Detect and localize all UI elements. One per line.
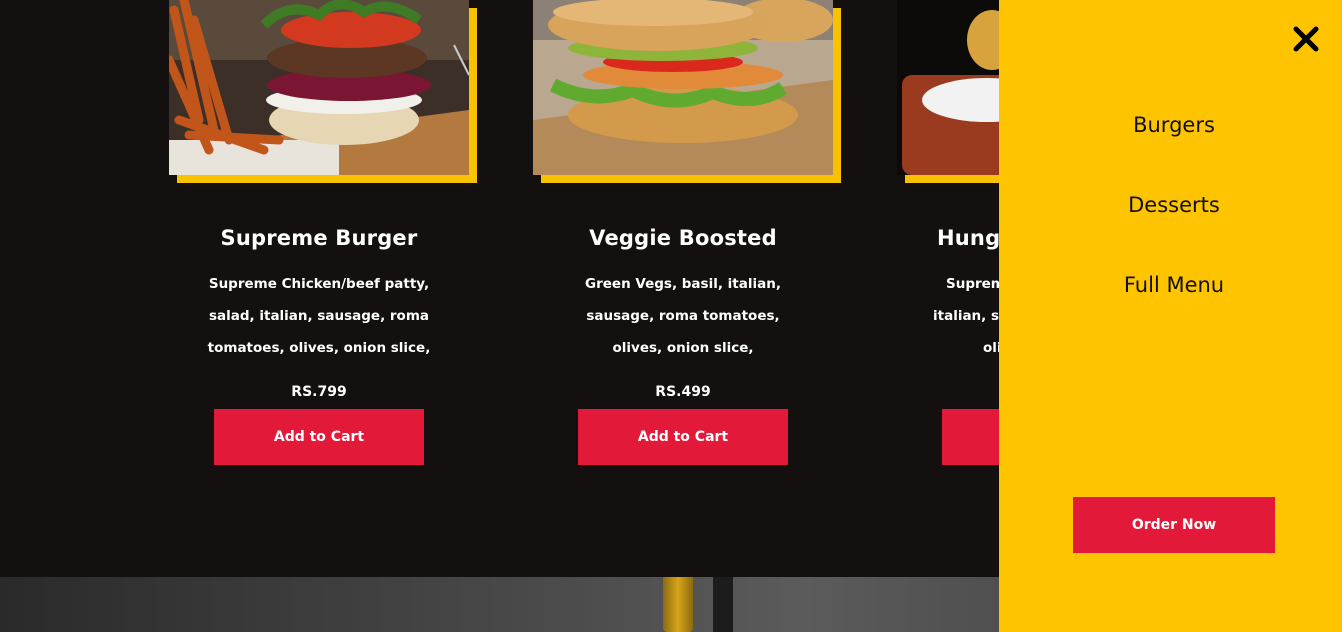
add-to-cart-button[interactable]: Add to Cart (214, 409, 424, 465)
menu-card: Supreme Burger Supreme Chicken/beef patt… (169, 0, 489, 480)
card-price: RS.499 (655, 384, 711, 400)
card-description: Green Vegs, basil, italian, sausage, rom… (585, 276, 781, 356)
card-price: RS.799 (291, 384, 347, 400)
nav-link-burgers[interactable]: Burgers (999, 113, 1342, 137)
burger-image (169, 0, 469, 175)
card-description: Supreme Chicken/beef patty, salad, itali… (207, 276, 431, 356)
burger-image (533, 0, 833, 175)
menu-card: Veggie Boosted Green Vegs, basil, italia… (533, 0, 853, 480)
nav-link-desserts[interactable]: Desserts (999, 193, 1342, 217)
card-title: Veggie Boosted (589, 226, 777, 250)
bottle-shape (663, 577, 693, 632)
order-now-button[interactable]: Order Now (1073, 497, 1275, 553)
add-to-cart-button[interactable]: Add to Cart (578, 409, 788, 465)
nav-link-full-menu[interactable]: Full Menu (999, 273, 1342, 297)
card-title: Supreme Burger (220, 226, 418, 250)
side-drawer: Burgers Desserts Full Menu Order Now (999, 0, 1342, 632)
close-icon[interactable] (1292, 25, 1320, 53)
bottle-shape (713, 577, 733, 632)
